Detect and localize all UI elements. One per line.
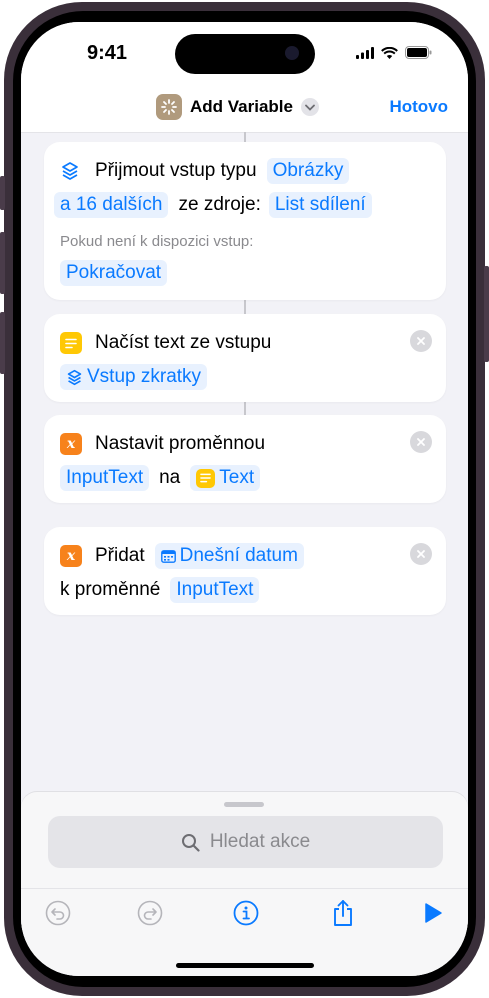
variable-name-token[interactable]: InputText: [170, 577, 260, 603]
to-variable-label: k proměnné: [60, 579, 161, 600]
dynamic-island: [175, 34, 315, 74]
status-icons: [356, 46, 432, 59]
action-title: Načíst text ze vstupu: [95, 332, 272, 353]
redo-button[interactable]: [136, 899, 164, 927]
info-icon: [233, 900, 259, 926]
redo-icon: [137, 900, 163, 926]
chevron-down-icon: [300, 98, 319, 116]
input-types-more-token[interactable]: a 16 dalších: [54, 192, 169, 218]
undo-icon: [45, 900, 71, 926]
editor-toolbar: [21, 888, 468, 939]
screen: 9:41 Add Variable Hotovo Přijmout vstup …: [21, 22, 468, 976]
search-placeholder: Hledat akce: [209, 831, 311, 852]
undo-button[interactable]: [44, 899, 72, 927]
status-bar: 9:41: [21, 22, 468, 82]
volume-up-button: [0, 232, 5, 294]
text-icon: [60, 332, 82, 354]
actions-sheet: Hledat akce: [21, 792, 468, 976]
layers-icon: [67, 369, 82, 385]
shortcut-input-token[interactable]: Vstup zkratky: [60, 364, 208, 390]
home-indicator: [176, 963, 314, 968]
close-icon: [417, 337, 425, 345]
run-button[interactable]: [419, 899, 447, 927]
fallback-label: Pokud není k dispozici vstup:: [60, 232, 254, 250]
done-button[interactable]: Hotovo: [389, 97, 448, 117]
to-label: na: [159, 467, 181, 488]
token-label: Vstup zkratky: [87, 366, 202, 387]
fallback-token[interactable]: Pokračovat: [60, 260, 168, 286]
volume-down-button: [0, 312, 5, 374]
shortcut-icon: [156, 94, 182, 120]
remove-action-button[interactable]: [410, 543, 432, 565]
connector-line: [244, 402, 246, 415]
action-card-get-text[interactable]: Načíst text ze vstupu Vstup zkratky: [44, 314, 446, 402]
input-types-token[interactable]: Obrázky: [266, 158, 350, 184]
shortcut-title-menu[interactable]: Add Variable: [156, 94, 319, 120]
info-button[interactable]: [232, 899, 260, 927]
nav-bar: Add Variable Hotovo: [21, 82, 468, 133]
action-card-set-variable[interactable]: x Nastavit proměnnou InputText na Text: [44, 415, 446, 503]
text-variable-token[interactable]: Text: [190, 465, 261, 491]
close-icon: [417, 438, 425, 446]
sheet-grabber[interactable]: [224, 802, 264, 807]
variable-icon: x: [60, 433, 82, 455]
action-button: [0, 176, 5, 210]
layers-icon: [62, 162, 78, 180]
action-card-add-to-variable[interactable]: x Přidat Dnešní datum k proměnné InputTe…: [44, 527, 446, 615]
remove-action-button[interactable]: [410, 431, 432, 453]
variable-name-token[interactable]: InputText: [60, 465, 150, 491]
calendar-icon: [160, 550, 176, 563]
camera-icon: [285, 46, 299, 60]
source-label: ze zdroje:: [178, 194, 261, 215]
action-title: Přijmout vstup typu: [95, 160, 257, 181]
current-date-token[interactable]: Dnešní datum: [154, 543, 304, 569]
source-token[interactable]: List sdílení: [268, 192, 372, 218]
play-icon: [425, 903, 442, 923]
variable-icon: x: [60, 545, 82, 567]
connector-line: [244, 132, 246, 142]
wifi-icon: [381, 46, 398, 59]
action-title: Nastavit proměnnou: [95, 433, 266, 454]
search-icon: [181, 833, 200, 852]
power-button: [484, 266, 489, 362]
share-button[interactable]: [329, 899, 357, 927]
action-title: Přidat: [95, 545, 145, 566]
share-icon: [334, 900, 352, 926]
text-icon: [196, 468, 216, 488]
battery-icon: [405, 46, 432, 59]
action-card-receive-input[interactable]: Přijmout vstup typu Obrázky a 16 dalších…: [44, 142, 446, 300]
connector-line: [244, 300, 246, 314]
close-icon: [417, 550, 425, 558]
search-actions-field[interactable]: Hledat akce: [48, 816, 443, 868]
nav-title: Add Variable: [190, 97, 293, 116]
status-time: 9:41: [87, 42, 128, 64]
remove-action-button[interactable]: [410, 330, 432, 352]
token-label: Text: [219, 467, 255, 488]
token-label: Dnešní datum: [179, 545, 298, 566]
cellular-signal-icon: [356, 46, 374, 59]
